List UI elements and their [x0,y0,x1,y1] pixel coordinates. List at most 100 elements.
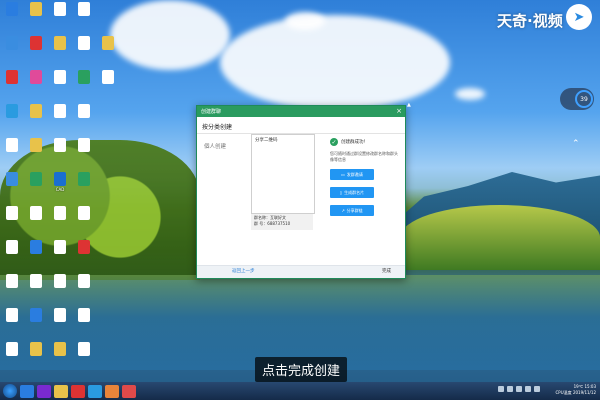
desktop-icon[interactable] [1,206,23,221]
desktop-icon[interactable] [49,206,71,221]
app-icon [6,2,18,16]
desktop-icon[interactable] [25,240,47,255]
desktop-icon[interactable] [25,308,47,323]
taskbar-app-button[interactable] [71,384,85,398]
desktop-icon[interactable] [49,342,71,357]
taskbar-apps [17,384,136,398]
desktop-icon[interactable] [49,274,71,289]
app-icon [6,206,18,220]
desktop-icon[interactable] [73,104,95,119]
app-icon [6,70,18,84]
share-link-label: 分享群链 [346,207,363,213]
back-button[interactable]: 返回上一步 [232,268,255,274]
desktop-icon[interactable] [25,104,47,119]
desktop-icon[interactable] [25,2,47,17]
success-description: 您可随时通过群设置修改群名称和群头像等信息 [330,151,398,162]
app-icon [54,342,66,356]
app-icon [54,138,66,152]
app-icon [30,206,42,220]
desktop-icon[interactable] [73,274,95,289]
desktop-icon[interactable] [73,138,95,153]
desktop-icon[interactable] [49,104,71,119]
app-icon [102,36,114,50]
desktop-icon[interactable] [25,172,47,187]
desktop-icon[interactable] [73,342,95,357]
taskbar-app-button[interactable] [88,384,102,398]
app-icon [78,172,90,186]
taskbar-app-button[interactable] [37,384,51,398]
create-type-label[interactable]: 個人创建 [204,142,226,150]
desktop-icon[interactable] [49,240,71,255]
desktop-icon[interactable] [49,138,71,153]
desktop-icon[interactable] [25,138,47,153]
trees [400,205,600,270]
desktop-icon[interactable] [1,342,23,357]
taskbar-app-button[interactable] [105,384,119,398]
start-button[interactable] [3,384,17,398]
phone-icon: ▯ [339,190,343,195]
app-icon [54,274,66,288]
invite-button[interactable]: ▭ 发群邀请 [330,169,374,180]
monitor-icon: ▭ [341,172,345,177]
desktop-icon[interactable] [25,274,47,289]
date: 2019/11/12 [572,390,596,395]
share-icon: ↗ [341,208,345,213]
taskbar-app-button[interactable] [20,384,34,398]
desktop-icon[interactable] [73,240,95,255]
create-group-dialog: 创建群聊 × 按分类创建 個人创建 分享二维码 群名称：互联好文 群 号：688… [196,105,406,279]
app-icon [30,36,42,50]
desktop-icon[interactable] [1,274,23,289]
desktop-icon[interactable] [1,70,23,85]
system-monitor-widget[interactable]: 39 [560,88,594,110]
desktop-icon[interactable] [49,2,71,17]
finish-button[interactable]: 完成 [382,268,391,274]
app-icon [102,70,114,84]
weather: 19℃ [573,384,584,389]
desktop-icon[interactable] [73,2,95,17]
app-icon [6,308,18,322]
desktop-icon[interactable] [25,36,47,51]
taskbar: 19℃ 15:03 CPU温度 2019/11/12 [0,382,600,400]
desktop-icon[interactable] [97,70,119,85]
desktop-icon[interactable] [73,36,95,51]
desktop-icon[interactable] [1,2,23,17]
desktop-icon[interactable]: CAD [49,172,71,192]
taskbar-app-button[interactable] [54,384,68,398]
desktop-icon[interactable] [73,206,95,221]
close-icon[interactable]: × [396,107,402,115]
desktop-icon[interactable] [49,70,71,85]
app-icon [6,342,18,356]
desktop-icon[interactable] [1,308,23,323]
app-icon [30,274,42,288]
desktop-icon[interactable] [49,308,71,323]
group-card-button[interactable]: ▯ 生成群名片 [330,187,374,198]
desktop-icon[interactable] [73,70,95,85]
desktop-icon[interactable] [25,206,47,221]
app-icon [54,172,66,186]
desktop-icon[interactable] [73,172,95,187]
desktop-icon[interactable] [73,308,95,323]
app-icon [30,138,42,152]
desktop-icon[interactable] [1,104,23,119]
group-members-box: 分享二维码 [251,134,315,214]
app-icon [6,274,18,288]
desktop-icon[interactable] [1,240,23,255]
app-icon [30,342,42,356]
scroll-arrow-icon: ▲ [407,102,411,108]
taskbar-app-button[interactable] [122,384,136,398]
chevron-up-icon[interactable]: ⌃ [572,139,580,149]
video-caption: 点击完成创建 [255,357,348,382]
app-icon [54,206,66,220]
desktop-icon[interactable] [49,36,71,51]
desktop-icon[interactable] [25,70,47,85]
desktop-icon[interactable] [97,36,119,51]
share-link-button[interactable]: ↗ 分享群链 [330,205,374,216]
tray-clock[interactable]: 19℃ 15:03 CPU温度 2019/11/12 [556,384,596,396]
desktop-icon[interactable] [1,138,23,153]
app-icon [78,274,90,288]
app-icon [54,308,66,322]
desktop-icon[interactable] [1,172,23,187]
desktop-icon[interactable] [25,342,47,357]
app-icon [6,172,18,186]
desktop-icon[interactable] [1,36,23,51]
